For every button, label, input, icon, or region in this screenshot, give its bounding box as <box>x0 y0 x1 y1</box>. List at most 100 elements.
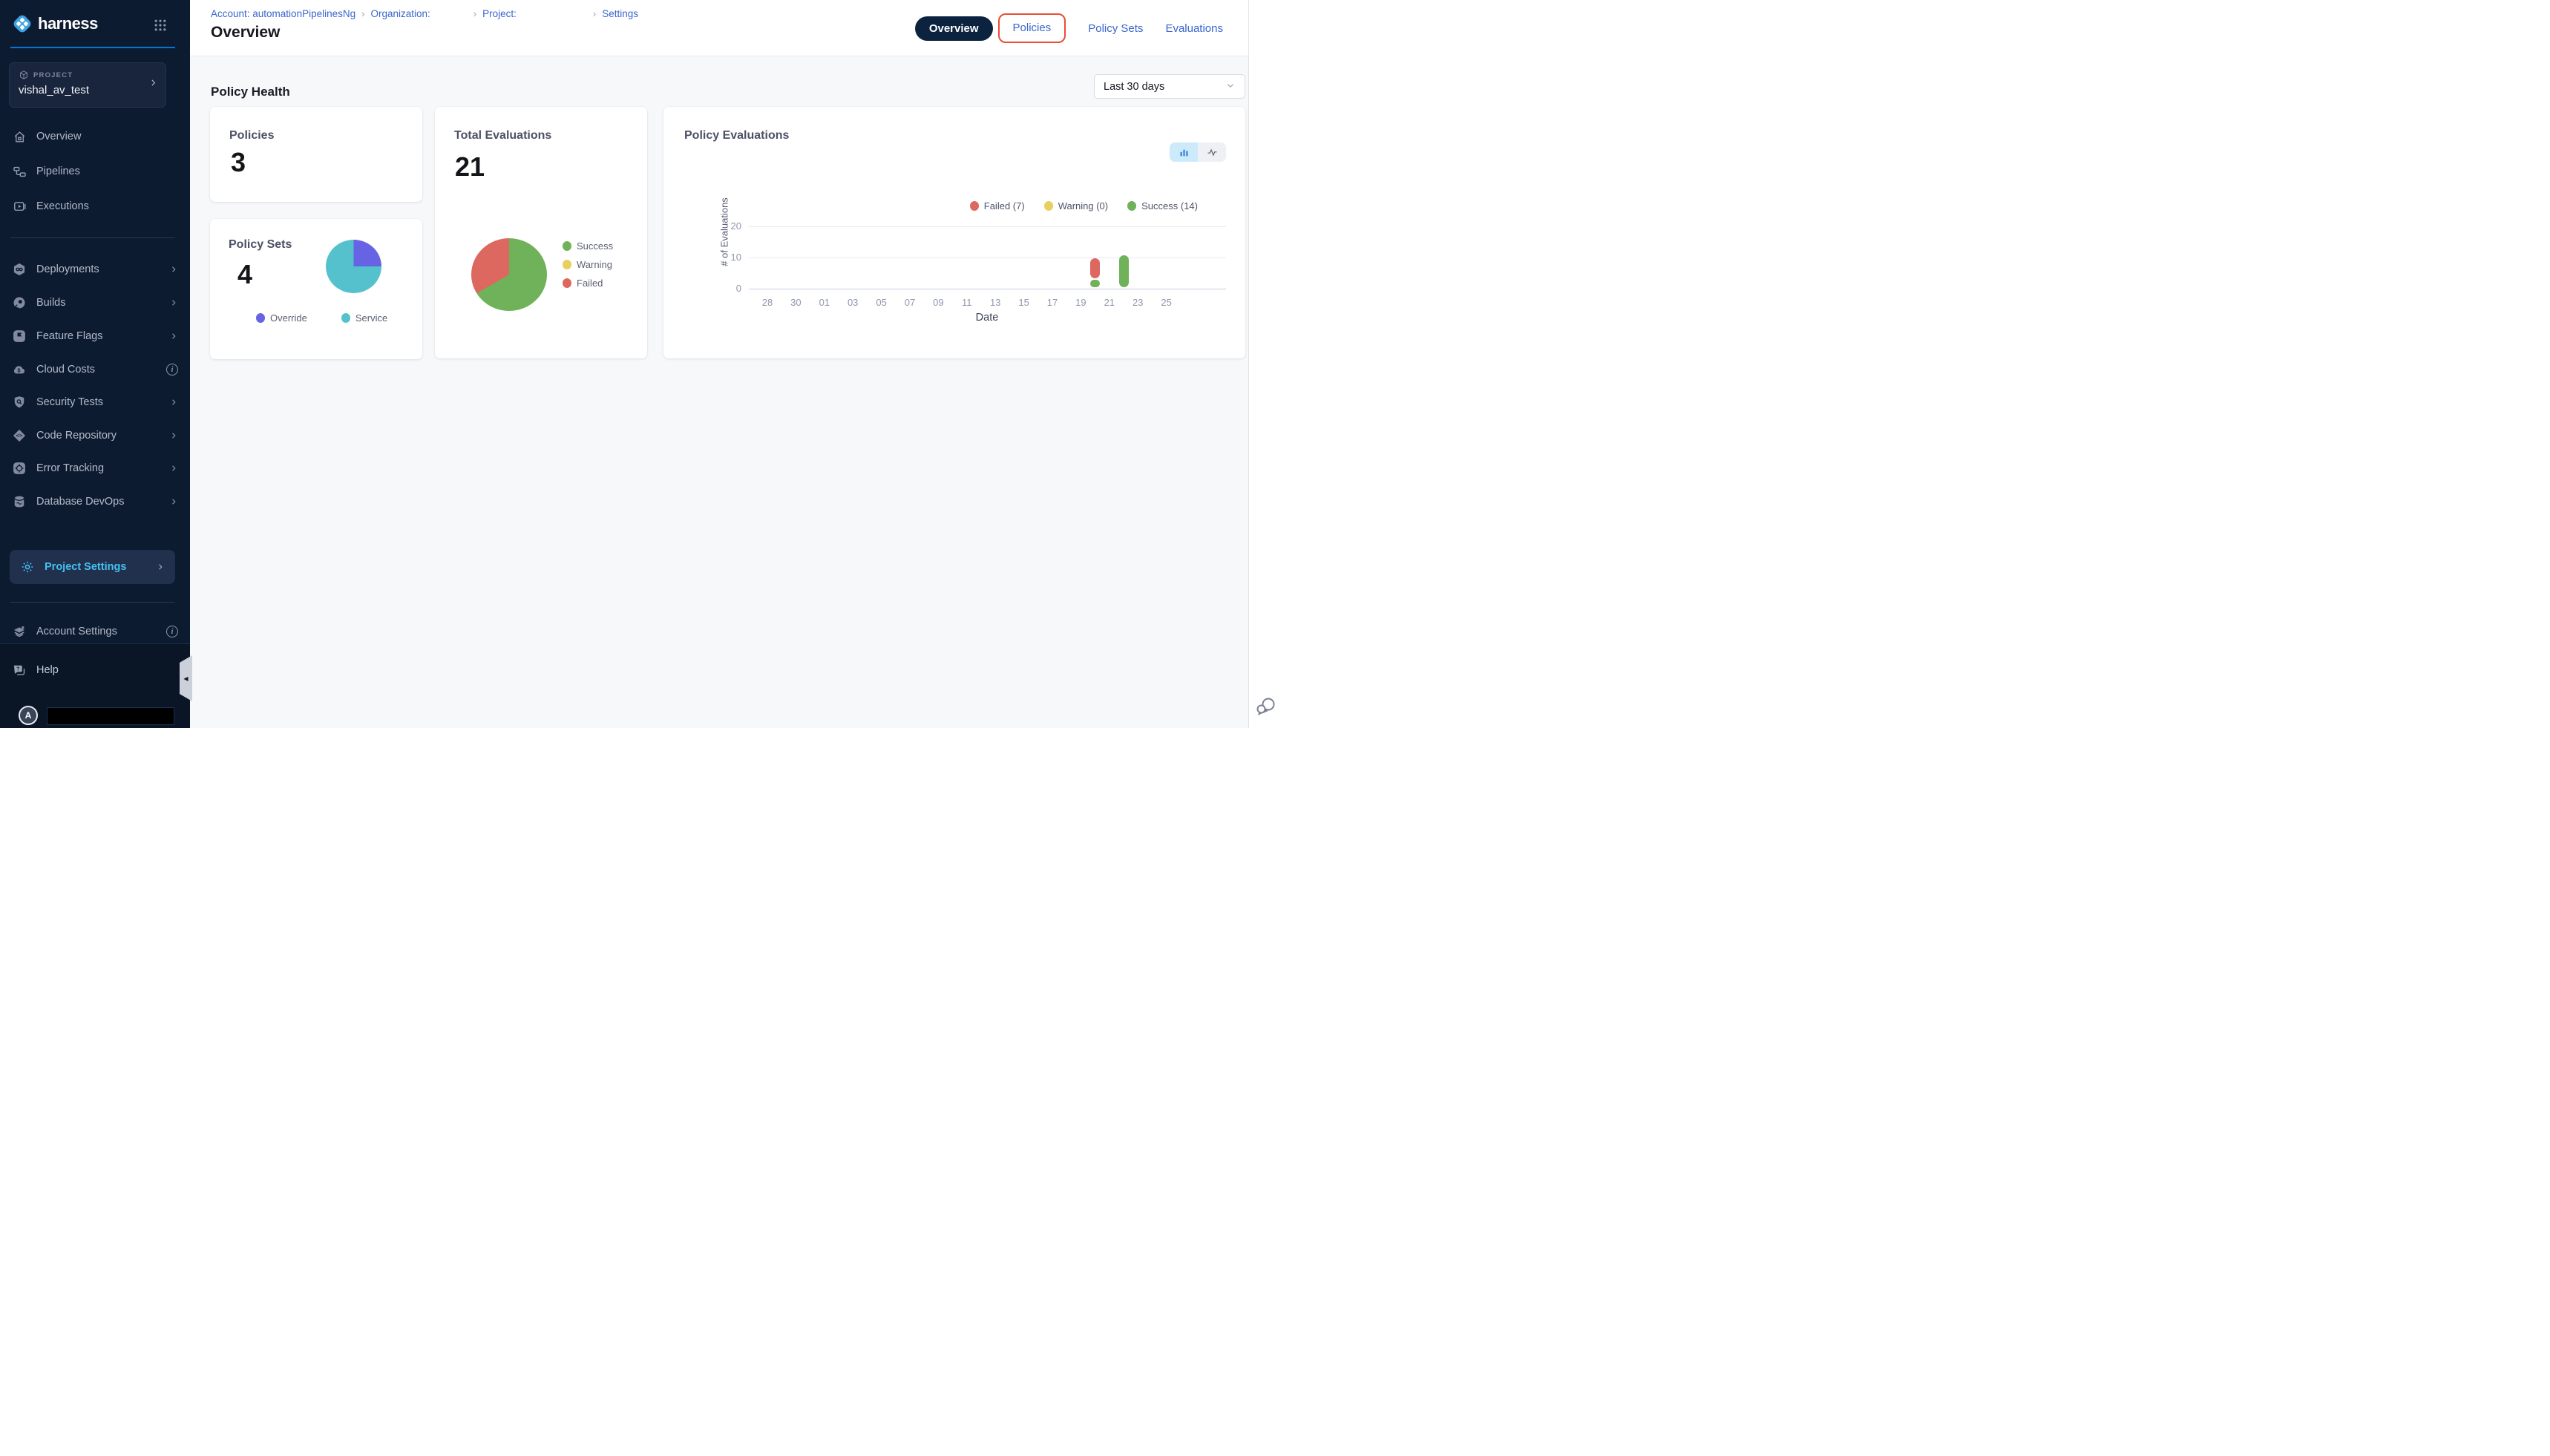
tab-overview[interactable]: Overview <box>915 16 993 41</box>
sidebar-divider <box>10 602 175 603</box>
sidebar-item-executions[interactable]: Executions <box>0 191 190 221</box>
home-icon <box>12 129 27 144</box>
x-axis-title: Date <box>957 312 1017 324</box>
legend-item-service[interactable]: Service <box>341 312 387 324</box>
cloud-costs-icon: $ <box>12 362 27 377</box>
sidebar-item-database-devops[interactable]: Database DevOps <box>0 487 190 517</box>
sidebar-item-label: Project Settings <box>45 561 126 573</box>
app-grid-icon[interactable] <box>153 18 168 33</box>
legend-item-failed[interactable]: Failed <box>563 278 613 289</box>
sidebar-item-security-tests[interactable]: Security Tests <box>0 387 190 417</box>
bar-chart-plot-area: # of Evaluations Date 010202830010305070… <box>663 107 1245 358</box>
sidebar-item-label: Feature Flags <box>36 330 102 342</box>
y-axis-tick-label: 20 <box>716 220 741 232</box>
sidebar: harness PROJECT vishal_av_test Overview … <box>0 0 190 728</box>
legend-dot <box>563 260 571 269</box>
chat-bubbles-icon[interactable] <box>1255 696 1277 718</box>
date-range-select[interactable]: Last 30 days <box>1094 74 1245 99</box>
evaluations-pie-chart <box>471 238 547 311</box>
y-axis-tick-label: 0 <box>716 283 741 294</box>
policy-sets-card: Policy Sets 4 Override Service <box>210 219 422 359</box>
sidebar-item-pipelines[interactable]: Pipelines <box>0 157 190 186</box>
builds-icon <box>12 295 27 310</box>
legend-item-success[interactable]: Success <box>563 240 613 252</box>
x-axis-tick-label: 01 <box>813 297 836 308</box>
sidebar-item-label: Help <box>36 664 59 676</box>
legend-label: Success <box>577 240 613 252</box>
y-axis-title: # of Evaluations <box>719 187 732 276</box>
project-selector[interactable]: PROJECT vishal_av_test <box>9 62 166 108</box>
x-axis-tick-label: 17 <box>1041 297 1063 308</box>
sidebar-item-project-settings[interactable]: Project Settings <box>10 550 175 584</box>
error-tracking-icon <box>12 461 27 476</box>
sidebar-item-help[interactable]: ? Help <box>0 655 190 685</box>
x-axis-tick-label: 05 <box>871 297 893 308</box>
sidebar-item-label: Overview <box>36 131 81 142</box>
x-axis-tick-label: 07 <box>899 297 921 308</box>
sidebar-item-builds[interactable]: Builds <box>0 288 190 318</box>
x-axis-tick-label: 13 <box>984 297 1006 308</box>
policy-sets-count: 4 <box>237 259 252 290</box>
gridline <box>749 226 1226 227</box>
sidebar-item-label: Database DevOps <box>36 496 124 508</box>
breadcrumb-settings-link[interactable]: Settings <box>602 8 638 19</box>
sidebar-item-label: Security Tests <box>36 396 103 408</box>
sidebar-item-label: Code Repository <box>36 430 117 442</box>
section-title: Policy Health <box>211 85 290 99</box>
chevron-right-icon <box>169 398 178 407</box>
deployments-icon <box>12 262 27 277</box>
security-tests-icon <box>12 395 27 410</box>
chevron-down-icon <box>1225 80 1236 94</box>
sidebar-item-error-tracking[interactable]: Error Tracking <box>0 453 190 483</box>
project-name: vishal_av_test <box>19 84 157 96</box>
policy-sets-legend: Override Service <box>256 312 387 324</box>
breadcrumb-account-link[interactable]: Account: automationPipelinesNg <box>211 8 355 19</box>
sidebar-divider <box>10 237 175 238</box>
chevron-right-icon <box>148 78 158 91</box>
sidebar-item-code-repository[interactable]: </> Code Repository <box>0 421 190 450</box>
sidebar-item-deployments[interactable]: Deployments <box>0 255 190 284</box>
y-axis-tick-label: 10 <box>716 252 741 263</box>
pipelines-icon <box>12 164 27 179</box>
x-axis-tick-label: 09 <box>927 297 949 308</box>
sidebar-item-cloud-costs[interactable]: $ Cloud Costs i <box>0 355 190 384</box>
breadcrumb-project-link[interactable]: Project: <box>482 8 517 19</box>
card-title: Policies <box>229 129 274 142</box>
feature-flags-icon <box>12 329 27 344</box>
legend-item-warning[interactable]: Warning <box>563 259 613 270</box>
x-axis-tick-label: 19 <box>1069 297 1092 308</box>
sidebar-item-overview[interactable]: Overview <box>0 122 190 151</box>
legend-item-override[interactable]: Override <box>256 312 307 324</box>
policy-sets-pie-chart <box>326 240 381 293</box>
user-avatar[interactable]: A <box>19 706 38 725</box>
chevron-right-icon <box>169 265 178 274</box>
chevron-right-icon <box>169 431 178 440</box>
redacted-user-info <box>47 707 174 725</box>
tab-evaluations[interactable]: Evaluations <box>1165 22 1223 35</box>
total-evaluations-count: 21 <box>455 151 485 183</box>
harness-logo[interactable]: harness <box>11 13 98 35</box>
sidebar-item-feature-flags[interactable]: Feature Flags <box>0 321 190 351</box>
account-settings-icon <box>12 624 27 639</box>
chevron-right-icon <box>169 332 178 341</box>
chevron-right-icon <box>169 464 178 473</box>
harness-logo-text: harness <box>38 14 98 33</box>
page-header: Account: automationPipelinesNg › Organiz… <box>190 0 1248 56</box>
legend-label: Warning <box>577 259 612 270</box>
chevron-right-icon <box>169 497 178 506</box>
tab-policy-sets[interactable]: Policy Sets <box>1088 22 1143 35</box>
tab-policies[interactable]: Policies <box>1013 22 1052 34</box>
sidebar-collapse-handle[interactable]: ◀ <box>180 655 192 701</box>
sidebar-item-label: Deployments <box>36 263 99 275</box>
right-gutter <box>1248 0 1275 728</box>
svg-text:?: ? <box>16 666 19 672</box>
page-title: Overview <box>211 24 280 42</box>
legend-label: Override <box>270 312 307 324</box>
legend-label: Service <box>355 312 387 324</box>
legend-dot <box>341 313 350 323</box>
sidebar-item-account-settings[interactable]: Account Settings i <box>0 617 190 646</box>
harness-logo-icon <box>11 13 33 35</box>
breadcrumb-organization-link[interactable]: Organization: <box>370 8 430 19</box>
sidebar-item-label: Builds <box>36 297 66 309</box>
date-range-value: Last 30 days <box>1104 81 1164 93</box>
